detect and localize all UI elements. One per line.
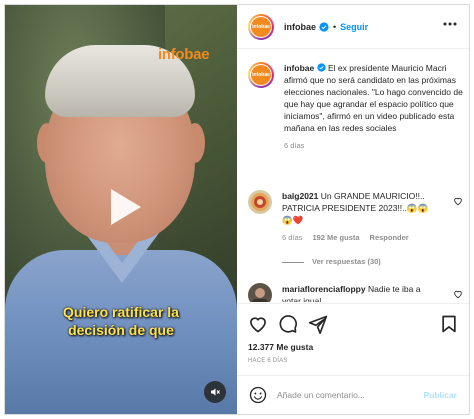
share-send-icon[interactable] <box>308 314 328 334</box>
post-actions-bar <box>237 303 469 343</box>
comment-username[interactable]: mariaflorenciafloppy <box>282 284 366 294</box>
comment-likes[interactable]: 192 Me gusta <box>312 232 359 244</box>
avatar[interactable] <box>248 283 272 302</box>
separator-dot: • <box>333 21 337 32</box>
speaker-muted-icon <box>211 388 220 396</box>
caption-age: 6 días <box>284 141 305 150</box>
more-options-icon[interactable] <box>443 22 457 26</box>
reply-button[interactable]: Responder <box>370 232 409 244</box>
video-player[interactable]: infobae Quiero ratificar la decisión de … <box>5 5 237 414</box>
comment-item: balg2021 Un GRANDE MAURICIO!!.. PATRICIA… <box>248 190 463 268</box>
add-comment-bar: Publicar <box>237 375 469 414</box>
subtitle-line: decisión de que <box>68 322 174 338</box>
play-button[interactable] <box>101 185 145 229</box>
avatar[interactable]: infobae <box>248 13 274 40</box>
verified-badge-icon <box>316 63 326 72</box>
infobae-logo-icon: infobae <box>251 16 271 37</box>
comment-bubble-icon[interactable] <box>278 314 298 334</box>
caption-text: El ex presidente Mauricio Macri afirmó q… <box>284 63 463 133</box>
video-subtitles: Quiero ratificar la decisión de que <box>5 303 237 339</box>
post-timestamp: HACE 6 DÍAS <box>248 358 288 364</box>
comment-item: mariaflorenciafloppy Nadie te iba a vota… <box>248 283 463 302</box>
post-caption: infobae infobae El ex presidente Maurici… <box>248 62 463 152</box>
post-header: infobae infobae • Seguir <box>237 5 469 49</box>
comment-input[interactable] <box>277 390 417 400</box>
divider <box>282 261 304 263</box>
post-details-panel: infobae infobae • Seguir infobae infobae <box>237 5 469 414</box>
view-replies-label: Ver respuestas (30) <box>312 257 381 266</box>
comment-emoji-line: 😱❤️ <box>282 215 304 225</box>
save-bookmark-icon[interactable] <box>439 314 459 334</box>
like-comment-heart-icon[interactable] <box>453 289 463 299</box>
commenter-avatar-image <box>248 190 272 214</box>
header-username[interactable]: infobae <box>284 22 316 32</box>
avatar[interactable]: infobae <box>248 62 274 88</box>
instagram-post-modal: infobae Quiero ratificar la decisión de … <box>4 4 470 415</box>
video-brand-watermark: infobae <box>158 46 210 63</box>
caption-username[interactable]: infobae <box>284 63 314 73</box>
infobae-logo-icon: infobae <box>251 65 271 85</box>
verified-badge-icon <box>319 21 329 32</box>
view-replies-button[interactable]: Ver respuestas (30) <box>282 256 440 268</box>
comment-age: 6 días <box>282 233 303 242</box>
follow-button[interactable]: Seguir <box>340 22 368 32</box>
comments-section[interactable]: infobae infobae El ex presidente Maurici… <box>237 50 469 302</box>
comment-username[interactable]: balg2021 <box>282 191 318 201</box>
likes-count[interactable]: 12.377 Me gusta <box>248 342 313 352</box>
mute-button[interactable] <box>204 381 226 403</box>
emoji-icon[interactable] <box>249 386 267 404</box>
subtitle-line: Quiero ratificar la <box>63 304 179 320</box>
like-heart-icon[interactable] <box>248 314 268 334</box>
avatar[interactable] <box>248 190 272 214</box>
commenter-avatar-image <box>248 283 272 302</box>
publish-button[interactable]: Publicar <box>423 390 457 400</box>
like-comment-heart-icon[interactable] <box>453 196 463 206</box>
play-icon <box>111 189 141 225</box>
